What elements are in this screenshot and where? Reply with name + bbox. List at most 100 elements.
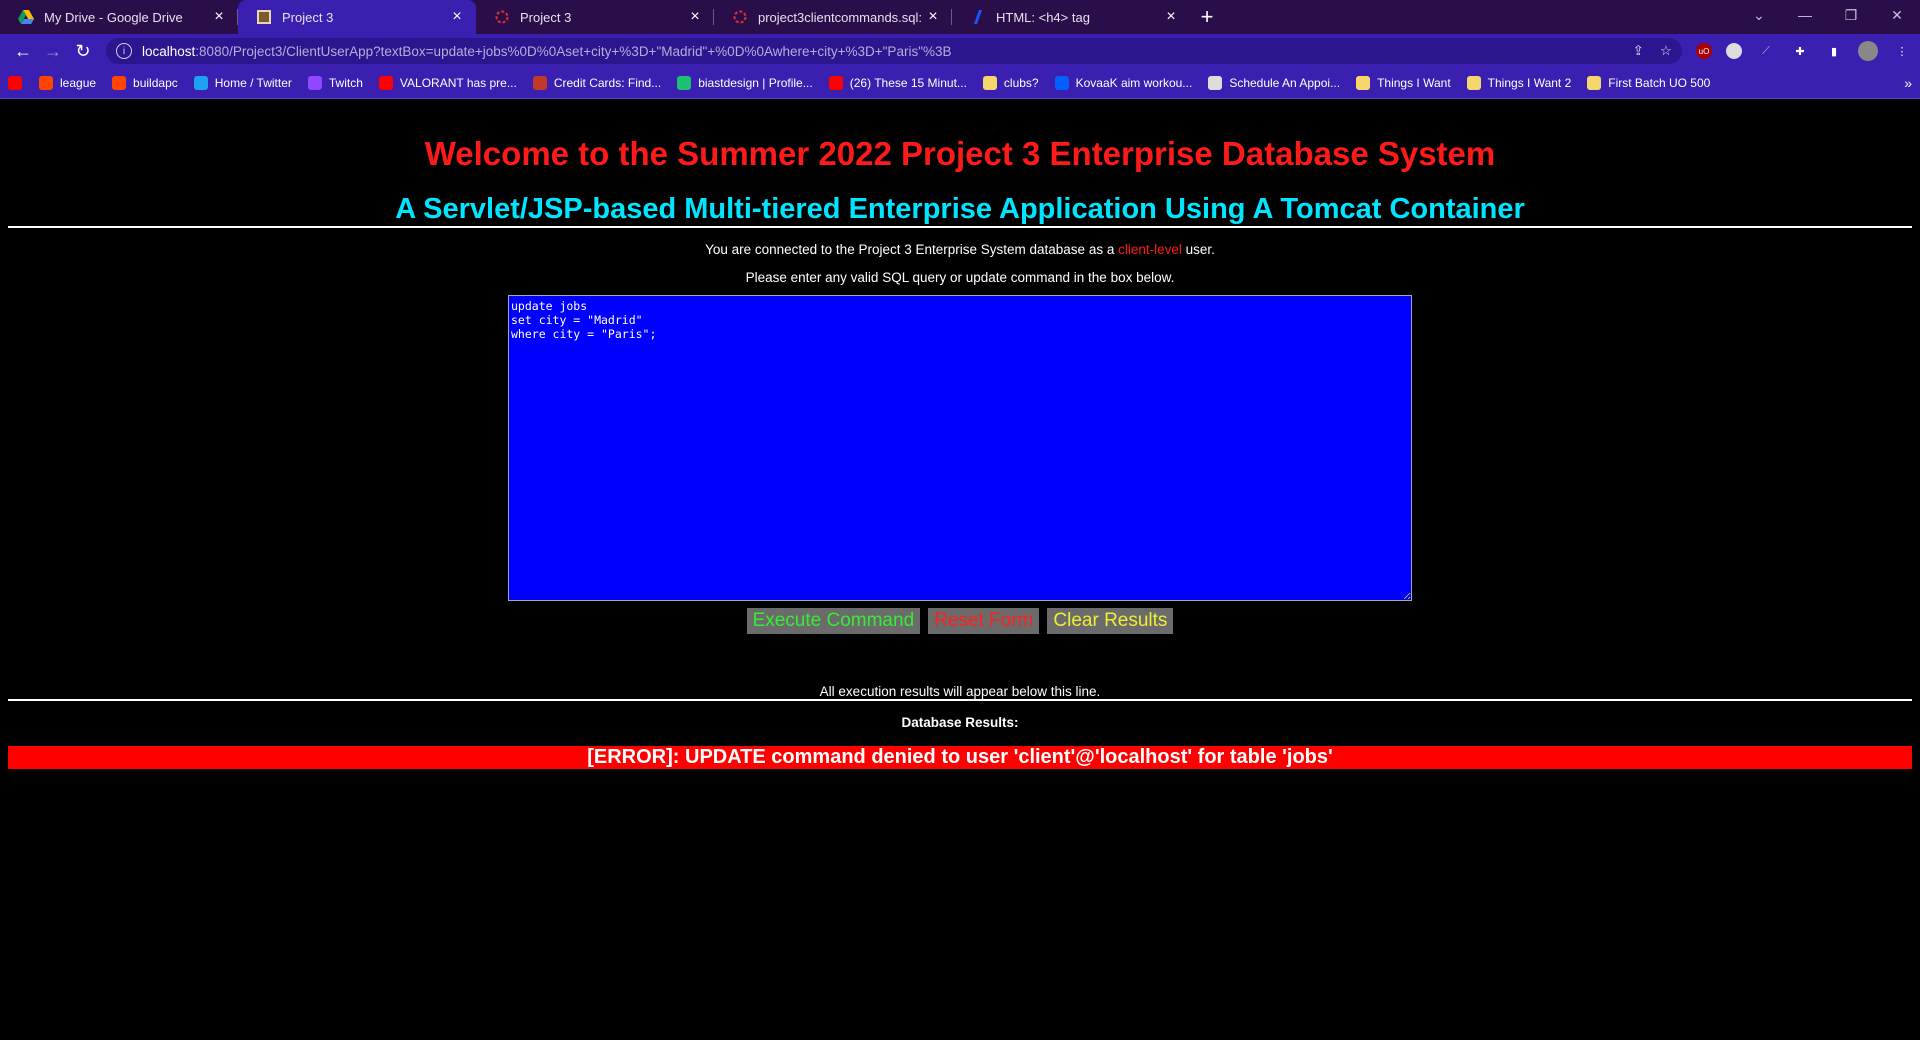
- bookmark-star-icon[interactable]: ☆: [1660, 43, 1672, 59]
- tab-google-drive[interactable]: My Drive - Google Drive ×: [0, 0, 238, 34]
- bookmark-item[interactable]: [8, 76, 29, 90]
- bookmark-label: clubs?: [1003, 76, 1039, 90]
- command-form: Execute Command Reset Form Clear Results: [508, 295, 1412, 634]
- forward-arrow-icon[interactable]: →: [38, 41, 68, 62]
- reddit-icon: [112, 76, 127, 90]
- bookmark-label: league: [60, 76, 97, 90]
- bookmark-label: Things I Want 2: [1487, 76, 1572, 90]
- bookmark-item[interactable]: clubs?: [982, 76, 1039, 90]
- tab-search-icon[interactable]: ⌄: [1736, 0, 1782, 34]
- schedule-icon: [1208, 76, 1223, 90]
- folder-icon: [1356, 76, 1371, 90]
- dropbox-icon: [1054, 76, 1069, 90]
- google-drive-icon: [18, 9, 34, 25]
- user-level: client-level: [1118, 242, 1182, 257]
- tab-html-h4[interactable]: HTML: <h4> tag ×: [952, 0, 1190, 34]
- share-icon[interactable]: ⇪: [1633, 43, 1644, 59]
- tab-strip: My Drive - Google Drive × Project 3 × Pr…: [0, 0, 1920, 34]
- tab-title: project3clientcommands.sql: CNT: [758, 9, 924, 25]
- tab-project3-active[interactable]: Project 3 ×: [238, 0, 476, 34]
- address-bar[interactable]: i localhost :8080/Project3/ClientUserApp…: [106, 38, 1682, 64]
- bookmark-item[interactable]: biastdesign | Profile...: [677, 76, 813, 90]
- close-tab-icon[interactable]: ×: [448, 8, 466, 26]
- bookmark-item[interactable]: VALORANT has pre...: [378, 76, 517, 90]
- bookmark-label: KovaaK aim workou...: [1075, 76, 1193, 90]
- instructions: Please enter any valid SQL query or upda…: [745, 270, 1175, 285]
- bookmark-item[interactable]: Things I Want: [1356, 76, 1451, 90]
- close-tab-icon[interactable]: ×: [1162, 8, 1180, 26]
- connection-status: You are connected to the Project 3 Enter…: [0, 242, 1920, 257]
- bookmark-item[interactable]: Credit Cards: Find...: [532, 76, 661, 90]
- bookmark-label: Home / Twitter: [214, 76, 292, 90]
- page-icon: [256, 9, 272, 25]
- back-arrow-icon[interactable]: ←: [8, 41, 38, 62]
- youtube-icon: [828, 76, 843, 90]
- extension-icon[interactable]: [1726, 43, 1742, 59]
- page-subtitle: A Servlet/JSP-based Multi-tiered Enterpr…: [395, 193, 1525, 225]
- loading-icon: [732, 9, 748, 25]
- results-note: All execution results will appear below …: [819, 684, 1101, 699]
- page-body: Welcome to the Summer 2022 Project 3 Ent…: [0, 99, 1920, 1040]
- sql-command-textarea[interactable]: [508, 295, 1412, 601]
- tab-title: HTML: <h4> tag: [996, 9, 1090, 25]
- tab-sql-file[interactable]: project3clientcommands.sql: CNT ×: [714, 0, 952, 34]
- folder-icon: [982, 76, 997, 90]
- menu-icon[interactable]: ⋮: [1892, 41, 1912, 61]
- bookmark-label: (26) These 15 Minut...: [849, 76, 967, 90]
- browser-toolbar: ← → ↻ i localhost :8080/Project3/ClientU…: [0, 34, 1920, 68]
- window-controls: ⌄ — ❐ ✕: [1736, 0, 1920, 34]
- close-tab-icon[interactable]: ×: [686, 8, 704, 26]
- folder-icon: [1466, 76, 1481, 90]
- database-results-label: Database Results:: [901, 715, 1019, 730]
- avatar[interactable]: [1858, 41, 1878, 61]
- loading-icon: [494, 9, 510, 25]
- bookmark-item[interactable]: (26) These 15 Minut...: [828, 76, 967, 90]
- minimize-icon[interactable]: —: [1782, 0, 1828, 34]
- site-info-icon[interactable]: i: [116, 43, 132, 59]
- close-tab-icon[interactable]: ×: [210, 8, 228, 26]
- bookmark-label: Schedule An Appoi...: [1229, 76, 1341, 90]
- bookmark-label: First Batch UO 500: [1608, 76, 1711, 90]
- bookmark-item[interactable]: Schedule An Appoi...: [1208, 76, 1340, 90]
- tab-title: My Drive - Google Drive: [44, 9, 183, 25]
- ublock-icon[interactable]: uO: [1696, 43, 1712, 59]
- restore-icon[interactable]: ❐: [1828, 0, 1874, 34]
- divider: [8, 226, 1912, 228]
- bookmark-label: VALORANT has pre...: [399, 76, 517, 90]
- puzzle-icon[interactable]: ✚: [1790, 41, 1810, 61]
- bookmarks-overflow-button[interactable]: »: [1904, 75, 1912, 91]
- close-window-icon[interactable]: ✕: [1874, 0, 1920, 34]
- divider: [8, 699, 1912, 701]
- bookmark-item[interactable]: buildapc: [112, 76, 178, 90]
- reset-form-button[interactable]: Reset Form: [928, 608, 1040, 634]
- execute-command-button[interactable]: Execute Command: [746, 608, 921, 634]
- twitch-icon: [307, 76, 322, 90]
- bookmark-item[interactable]: Twitch: [307, 76, 363, 90]
- clear-results-button[interactable]: Clear Results: [1047, 608, 1174, 634]
- error-message: [ERROR]: UPDATE command denied to user '…: [8, 746, 1912, 769]
- bookmark-item[interactable]: Home / Twitter: [193, 76, 292, 90]
- bookmark-item[interactable]: league: [39, 76, 96, 90]
- bookmark-item[interactable]: First Batch UO 500: [1587, 76, 1710, 90]
- tab-project3[interactable]: Project 3 ×: [476, 0, 714, 34]
- omnibox-actions: ⇪ ☆: [1633, 43, 1672, 59]
- extensions-bar: uO ⟋ ✚ ▮ ⋮: [1696, 41, 1912, 61]
- bookmark-label: buildapc: [133, 76, 178, 90]
- reload-icon[interactable]: ↻: [68, 41, 98, 62]
- tab-title: Project 3: [282, 9, 334, 25]
- close-tab-icon[interactable]: ×: [924, 8, 942, 26]
- bookmark-item[interactable]: KovaaK aim workou...: [1054, 76, 1193, 90]
- form-buttons: Execute Command Reset Form Clear Results: [508, 608, 1412, 634]
- extension-icon[interactable]: ⟋: [1756, 41, 1776, 61]
- connection-prefix: You are connected to the Project 3 Enter…: [705, 242, 1119, 257]
- new-tab-button[interactable]: +: [1190, 0, 1224, 34]
- youtube-icon: [8, 76, 22, 90]
- twitter-icon: [193, 76, 208, 90]
- url-path: :8080/Project3/ClientUserApp?textBox=upd…: [195, 43, 952, 59]
- page-title: Welcome to the Summer 2022 Project 3 Ent…: [424, 135, 1496, 172]
- youtube-icon: [378, 76, 393, 90]
- bookmark-item[interactable]: Things I Want 2: [1466, 76, 1572, 90]
- sidepanel-icon[interactable]: ▮: [1824, 41, 1844, 61]
- tab-title: Project 3: [520, 9, 572, 25]
- fiverr-icon: [677, 76, 692, 90]
